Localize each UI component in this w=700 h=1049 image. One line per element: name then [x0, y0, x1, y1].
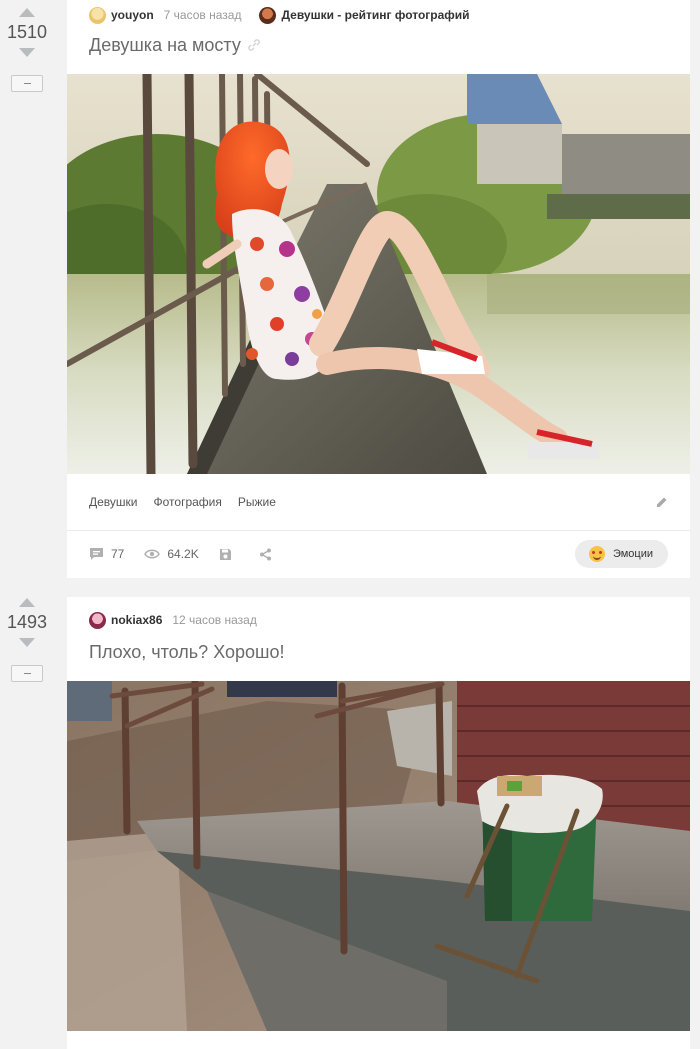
tag-item[interactable]: Фотография: [154, 495, 222, 509]
tag-item[interactable]: Рыжие: [238, 495, 276, 509]
save-button[interactable]: [219, 548, 239, 561]
share-icon: [259, 548, 271, 560]
story-image[interactable]: [67, 681, 690, 1031]
minus-icon: [24, 673, 31, 674]
link-icon[interactable]: [247, 38, 261, 52]
rating-count: 1510: [6, 22, 48, 42]
story-title[interactable]: Плохо, чтоль? Хорошо!: [89, 637, 668, 667]
author-name[interactable]: nokiax86: [111, 613, 162, 627]
post-time: 7 часов назад: [163, 8, 242, 22]
tags-row: Девушки Фотография Рыжие: [67, 474, 690, 531]
upvote-arrow-icon[interactable]: [19, 598, 35, 607]
downvote-arrow-icon[interactable]: [19, 638, 35, 647]
views-stat: 64.2K: [144, 547, 199, 561]
community-name[interactable]: Девушки - рейтинг фотографий: [281, 8, 469, 22]
views-count: 64.2K: [167, 547, 199, 561]
edit-pencil-icon[interactable]: [656, 496, 668, 508]
comments-count: 77: [111, 547, 125, 561]
story-card: youyon 7 часов назад Девушки - рейтинг ф…: [67, 0, 690, 578]
story-card: nokiax86 12 часов назад Плохо, чтоль? Хо…: [67, 597, 690, 1049]
photo-woman-on-bridge-icon: [67, 74, 690, 474]
vote-panel: 1510: [0, 8, 54, 92]
minus-button[interactable]: [11, 75, 43, 92]
rating-count: 1493: [6, 612, 48, 632]
post-time: 12 часов назад: [172, 613, 257, 627]
comment-icon: [90, 548, 103, 560]
story-meta: nokiax86 12 часов назад: [89, 605, 668, 635]
story-header: nokiax86 12 часов назад Плохо, чтоль? Хо…: [67, 605, 690, 667]
save-icon: [219, 548, 231, 560]
story-footer: 77 64.2K Эмоции: [67, 531, 690, 577]
share-button[interactable]: [259, 548, 279, 561]
emoji-face-icon: [588, 546, 605, 562]
story-meta: youyon 7 часов назад Девушки - рейтинг ф…: [89, 0, 668, 30]
story-header: youyon 7 часов назад Девушки - рейтинг ф…: [67, 0, 690, 74]
emotions-label: Эмоции: [612, 548, 653, 560]
photo-trash-bin-on-steps-icon: [67, 681, 690, 1031]
story-title[interactable]: Девушка на мосту: [89, 30, 241, 60]
author-name[interactable]: youyon: [111, 8, 154, 22]
emotions-button[interactable]: Эмоции: [574, 540, 668, 568]
upvote-arrow-icon[interactable]: [19, 8, 35, 17]
minus-button[interactable]: [11, 665, 43, 682]
tag-item[interactable]: Девушки: [89, 495, 138, 509]
minus-icon: [24, 83, 31, 84]
community-avatar[interactable]: [259, 6, 277, 24]
author-avatar[interactable]: [89, 6, 106, 24]
author-avatar[interactable]: [89, 611, 106, 629]
comments-button[interactable]: 77: [89, 547, 124, 561]
eye-icon: [144, 549, 161, 559]
vote-panel: 1493: [0, 598, 54, 682]
downvote-arrow-icon[interactable]: [19, 48, 35, 57]
story-image[interactable]: [67, 74, 690, 474]
